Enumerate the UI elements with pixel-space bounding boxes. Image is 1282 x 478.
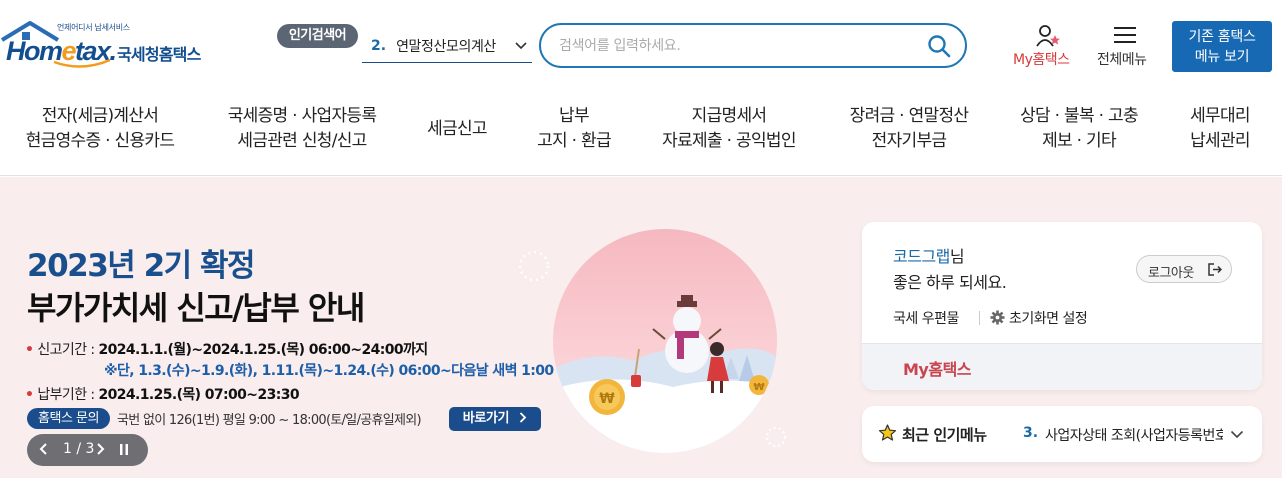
recent-popular-menu[interactable]: 최근 인기메뉴 3. 사업자상태 조회(사업자등록번호) — [862, 406, 1262, 462]
pause-icon[interactable] — [119, 443, 129, 456]
search-box — [539, 23, 967, 68]
popular-search-number: 2. — [371, 38, 387, 54]
my-hometax-button[interactable]: My홈택스 — [1008, 22, 1088, 68]
gnb-item-tax-agent[interactable]: 세무대리 납세관리 — [1182, 104, 1258, 154]
main-visual: 2023년 2기 확정 부가가치세 신고/납부 안내 • 신고기간 :2024.1… — [0, 177, 1282, 478]
search-icon[interactable] — [927, 34, 951, 58]
greeting-text: 좋은 하루 되세요. — [893, 273, 1007, 292]
user-info-card: 코드그랩님 좋은 하루 되세요. 로그아웃 국세 우편물 초기화면 설정 My홈… — [862, 222, 1262, 390]
due-date-label: 납부기한 : — [37, 387, 95, 403]
chevron-right-icon[interactable] — [95, 442, 105, 456]
chevron-down-icon — [1230, 430, 1244, 439]
pager-counter: 1 / 3 — [63, 441, 95, 457]
recent-menu-number: 3. — [1023, 425, 1039, 441]
popular-search-select[interactable]: 2. 연말정산모의계산 — [362, 30, 532, 63]
due-date-row: • 납부기한 :2024.1.25.(목) 07:00~23:30 — [25, 384, 300, 404]
tax-mail-link[interactable]: 국세 우편물 — [893, 308, 959, 328]
filing-period-note: ※단, 1.3.(수)~1.9.(화), 1.11.(목)~1.24.(수) 0… — [104, 363, 554, 379]
gnb-item-payment[interactable]: 납부 고지 · 환급 — [531, 104, 617, 154]
header: 언제어디서 납세서비스 Hometax. 국세청홈택스 인기검색어 2. 연말정… — [0, 0, 1282, 88]
gnb-item-incentive[interactable]: 장려금 · 연말정산 전자기부금 — [840, 104, 978, 154]
svg-text:₩: ₩ — [753, 382, 764, 393]
inquiry-badge: 홈택스 문의 — [27, 408, 110, 429]
winter-snowman-illustration: ₩ ₩ — [553, 229, 777, 453]
old-hometax-menu-button[interactable]: 기존 홈택스 메뉴 보기 — [1172, 21, 1272, 72]
bullet-icon: • — [25, 342, 34, 358]
popular-search-badge: 인기검색어 — [277, 24, 358, 48]
star-icon — [878, 424, 897, 441]
gnb-item-e-invoice[interactable]: 전자(세금)계산서 현금영수증 · 신용카드 — [20, 104, 180, 154]
my-hometax-link[interactable]: My홈택스 — [903, 356, 972, 380]
go-button-label: 바로가기 — [462, 411, 510, 426]
card-footer: My홈택스 — [862, 343, 1262, 390]
banner-title-secondary: 부가가치세 신고/납부 안내 — [27, 289, 365, 327]
banner-title-primary: 2023년 2기 확정 — [27, 248, 256, 284]
hamburger-menu-icon — [1114, 27, 1136, 43]
user-name: 코드그랩 — [893, 247, 950, 266]
logout-button[interactable]: 로그아웃 — [1136, 255, 1232, 283]
user-name-line: 코드그랩님 — [893, 247, 965, 266]
inquiry-text: 국번 없이 126(1번) 평일 9:00 ~ 18:00(토/일/공휴일제외) — [117, 413, 422, 428]
search-input[interactable] — [559, 35, 919, 57]
old-menu-line2: 메뉴 보기 — [1194, 49, 1250, 65]
gear-icon — [990, 310, 1005, 325]
chevron-left-icon[interactable] — [39, 442, 49, 456]
gnb-item-tax-filing[interactable]: 세금신고 — [420, 117, 494, 142]
recent-menu-text: 사업자상태 조회(사업자등록번호) — [1045, 428, 1223, 444]
snowflake-ring-icon — [518, 250, 550, 282]
divider — [979, 311, 980, 325]
bullet-icon: • — [25, 387, 34, 403]
logo-swoosh-icon — [53, 58, 111, 68]
gnb-item-certificate[interactable]: 국세증명 · 사업자등록 세금관련 신청/신고 — [220, 104, 384, 154]
global-navigation: 전자(세금)계산서 현금영수증 · 신용카드 국세증명 · 사업자등록 세금관련 신… — [0, 88, 1282, 176]
filing-period-label: 신고기간 : — [37, 342, 95, 358]
hometax-logo[interactable]: 언제어디서 납세서비스 Hometax. 국세청홈택스 — [0, 18, 215, 73]
recent-menu-title: 최근 인기메뉴 — [902, 426, 987, 444]
due-date-value: 2024.1.25.(목) 07:00~23:30 — [98, 387, 300, 403]
all-menu-button[interactable]: 전체메뉴 — [1094, 22, 1160, 68]
chevron-down-icon — [515, 42, 527, 50]
gnb-item-payment-statement[interactable]: 지급명세서 자료제출 · 공익법인 — [652, 104, 806, 154]
svg-text:₩: ₩ — [599, 391, 615, 407]
gnb-item-consulting[interactable]: 상담 · 불복 · 고충 제보 · 기타 — [1010, 104, 1148, 154]
logout-icon — [1208, 263, 1222, 276]
banner-pager: 1 / 3 — [27, 434, 148, 466]
logo-korean: 국세청홈택스 — [117, 45, 201, 64]
user-star-icon — [1036, 25, 1060, 47]
filing-period-value: 2024.1.1.(월)~2024.1.25.(목) 06:00~24:00까지 — [98, 342, 428, 358]
chevron-right-icon — [520, 412, 527, 423]
all-menu-label: 전체메뉴 — [1097, 52, 1147, 68]
popular-search-text: 연말정산모의계산 — [396, 39, 496, 55]
filing-period-row: • 신고기간 :2024.1.1.(월)~2024.1.25.(목) 06:00~… — [25, 339, 428, 359]
logo-tagline: 언제어디서 납세서비스 — [57, 23, 130, 32]
my-hometax-label: My홈택스 — [1013, 52, 1070, 68]
home-setting-label: 초기화면 설정 — [1009, 311, 1088, 327]
old-menu-line1: 기존 홈택스 — [1188, 29, 1256, 45]
logout-label: 로그아웃 — [1148, 266, 1194, 281]
go-button[interactable]: 바로가기 — [449, 407, 541, 431]
